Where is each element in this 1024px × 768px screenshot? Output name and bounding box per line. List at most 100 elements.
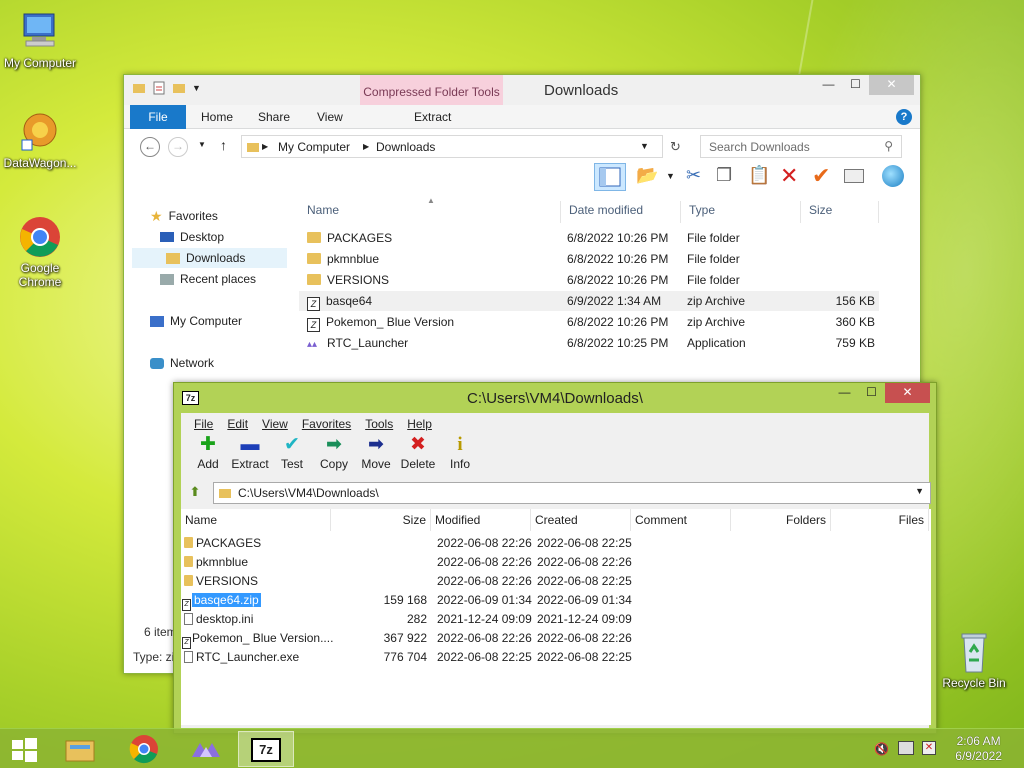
delete-button[interactable]: ✖ Delete <box>397 433 439 479</box>
delete-icon[interactable]: ✕ <box>780 163 798 189</box>
column-name[interactable]: Name <box>181 509 331 531</box>
forward-button[interactable]: → <box>168 137 188 157</box>
taskbar-rtc-launcher[interactable] <box>178 731 234 767</box>
tab-view[interactable]: View <box>317 105 343 129</box>
menu-view[interactable]: View <box>255 413 295 433</box>
menu-help[interactable]: Help <box>400 413 439 433</box>
volume-muted-icon[interactable]: 🔇 <box>874 742 889 756</box>
column-created[interactable]: Created <box>531 509 631 531</box>
menu-file[interactable]: File <box>187 413 220 433</box>
move-button[interactable]: ➡ Move <box>355 433 397 479</box>
test-button[interactable]: ✔ Test <box>271 433 313 479</box>
menu-tools[interactable]: Tools <box>358 413 400 433</box>
maximize-button[interactable]: ☐ <box>858 383 885 403</box>
column-folders[interactable]: Folders <box>731 509 831 531</box>
chevron-down-icon[interactable]: ▼ <box>640 141 649 151</box>
customize-qat-icon[interactable]: ▼ <box>192 83 201 93</box>
nav-favorites[interactable]: ★ Favorites <box>150 206 218 226</box>
list-item[interactable]: Z Pokemon_ Blue Version.... 367 922 2022-… <box>181 629 931 649</box>
copy-button[interactable]: ➡ Copy <box>313 433 355 479</box>
recent-locations-icon[interactable]: ▼ <box>198 140 206 149</box>
close-button[interactable]: ✕ <box>885 383 930 403</box>
back-button[interactable]: ← <box>140 137 160 157</box>
list-item[interactable]: PACKAGES 2022-06-08 22:26 2022-06-08 22:… <box>181 534 931 553</box>
list-item[interactable]: RTC_Launcher.exe 776 704 2022-06-08 22:2… <box>181 648 931 667</box>
address-bar[interactable]: ▶ My Computer ▶ Downloads ▼ <box>241 135 663 158</box>
file-row[interactable]: VERSIONS 6/8/2022 10:26 PM File folder <box>299 270 879 290</box>
file-icon <box>184 651 193 663</box>
nav-network[interactable]: Network <box>150 353 214 373</box>
nav-downloads[interactable]: Downloads <box>132 248 287 268</box>
tool-label: Info <box>449 457 470 471</box>
folder-icon <box>307 232 321 243</box>
file-row[interactable]: pkmnblue 6/8/2022 10:26 PM File folder <box>299 249 879 269</box>
file-date: 6/8/2022 10:26 PM <box>567 273 669 287</box>
chevron-down-icon[interactable]: ▼ <box>666 171 675 181</box>
column-comment[interactable]: Comment <box>631 509 731 531</box>
action-center-icon[interactable]: ✕ <box>922 741 936 755</box>
taskbar-explorer[interactable] <box>52 731 108 767</box>
list-item[interactable]: VERSIONS 2022-06-08 22:26 2022-06-08 22:… <box>181 572 931 591</box>
nav-my-computer[interactable]: My Computer <box>150 311 242 331</box>
up-folder-icon[interactable]: ⬆ <box>185 482 205 502</box>
7zip-path-input[interactable]: C:\Users\VM4\Downloads\ ▼ <box>213 482 931 504</box>
nav-recent-places[interactable]: Recent places <box>160 269 256 289</box>
search-input[interactable]: Search Downloads ⚲ <box>700 135 902 158</box>
open-folder-icon[interactable]: 📂 <box>636 165 658 186</box>
compressed-folder-tools-tab[interactable]: Compressed Folder Tools <box>360 75 503 105</box>
column-type[interactable]: Type <box>681 201 801 223</box>
start-button[interactable] <box>0 731 48 767</box>
tab-share[interactable]: Share <box>258 105 290 129</box>
paste-icon[interactable]: 📋 <box>748 165 770 186</box>
breadcrumb-my-computer[interactable]: My Computer <box>278 140 350 154</box>
file-row[interactable]: ▴▴ RTC_Launcher 6/8/2022 10:25 PM Applica… <box>299 333 879 353</box>
refresh-icon[interactable]: ↻ <box>670 139 681 155</box>
file-row[interactable]: Z Pokemon_ Blue Version 6/8/2022 10:26 PM… <box>299 312 879 332</box>
info-button[interactable]: i Info <box>439 433 481 479</box>
column-modified[interactable]: Modified <box>431 509 531 531</box>
new-folder-icon[interactable] <box>172 81 186 95</box>
chevron-down-icon[interactable]: ▼ <box>915 486 924 496</box>
minimize-button[interactable]: — <box>815 75 842 95</box>
file-row[interactable]: Zbasqe64 6/9/2022 1:34 AM zip Archive 15… <box>299 291 879 311</box>
properties-icon[interactable] <box>152 81 166 95</box>
clock[interactable]: 2:06 AM 6/9/2022 <box>955 734 1002 764</box>
preview-pane-button[interactable] <box>594 163 626 191</box>
tab-extract[interactable]: Extract <box>414 105 451 129</box>
globe-icon[interactable] <box>882 165 904 187</box>
close-button[interactable]: ✕ <box>869 75 914 95</box>
column-size[interactable]: Size <box>801 201 879 223</box>
column-date-modified[interactable]: Date modified <box>561 201 681 223</box>
tab-file[interactable]: File <box>130 105 186 129</box>
network-icon[interactable] <box>898 741 914 755</box>
tab-home[interactable]: Home <box>201 105 233 129</box>
file-icon <box>184 613 193 625</box>
taskbar-chrome[interactable] <box>116 731 172 767</box>
address-row: ← → ▼ ↑ ▶ My Computer ▶ Downloads ▼ ↻ Se… <box>124 129 920 163</box>
properties-icon[interactable] <box>844 169 864 183</box>
list-item-selected[interactable]: Zbasqe64.zip 159 168 2022-06-09 01:34 20… <box>181 591 931 611</box>
taskbar-7zip[interactable]: 7z <box>238 731 294 767</box>
add-button[interactable]: ✚ Add <box>187 433 229 479</box>
column-size[interactable]: Size <box>331 509 431 531</box>
checkmark-icon[interactable]: ✔ <box>812 163 830 189</box>
menu-edit[interactable]: Edit <box>220 413 255 433</box>
help-icon[interactable]: ? <box>896 109 912 125</box>
menu-favorites[interactable]: Favorites <box>295 413 358 433</box>
desktop-icon-my-computer[interactable]: My Computer <box>0 10 80 70</box>
column-files[interactable]: Files <box>831 509 929 531</box>
list-item[interactable]: desktop.ini 282 2021-12-24 09:09 2021-12… <box>181 610 931 629</box>
breadcrumb-downloads[interactable]: Downloads <box>376 140 435 154</box>
file-row[interactable]: PACKAGES 6/8/2022 10:26 PM File folder <box>299 228 879 248</box>
desktop-icon-chrome[interactable]: Google Chrome <box>0 215 80 289</box>
nav-desktop[interactable]: Desktop <box>160 227 224 247</box>
desktop-icon-datawagon[interactable]: DataWagon... <box>0 110 80 170</box>
copy-icon[interactable]: ❐ <box>716 165 732 186</box>
desktop-icon-recycle-bin[interactable]: Recycle Bin <box>934 630 1014 690</box>
extract-button[interactable]: ▬ Extract <box>229 433 271 479</box>
cut-icon[interactable]: ✂ <box>686 165 701 186</box>
maximize-button[interactable]: ☐ <box>842 75 869 95</box>
list-item[interactable]: pkmnblue 2022-06-08 22:26 2022-06-08 22:… <box>181 553 931 572</box>
up-arrow-icon[interactable]: ↑ <box>220 137 227 153</box>
minimize-button[interactable]: — <box>831 383 858 403</box>
